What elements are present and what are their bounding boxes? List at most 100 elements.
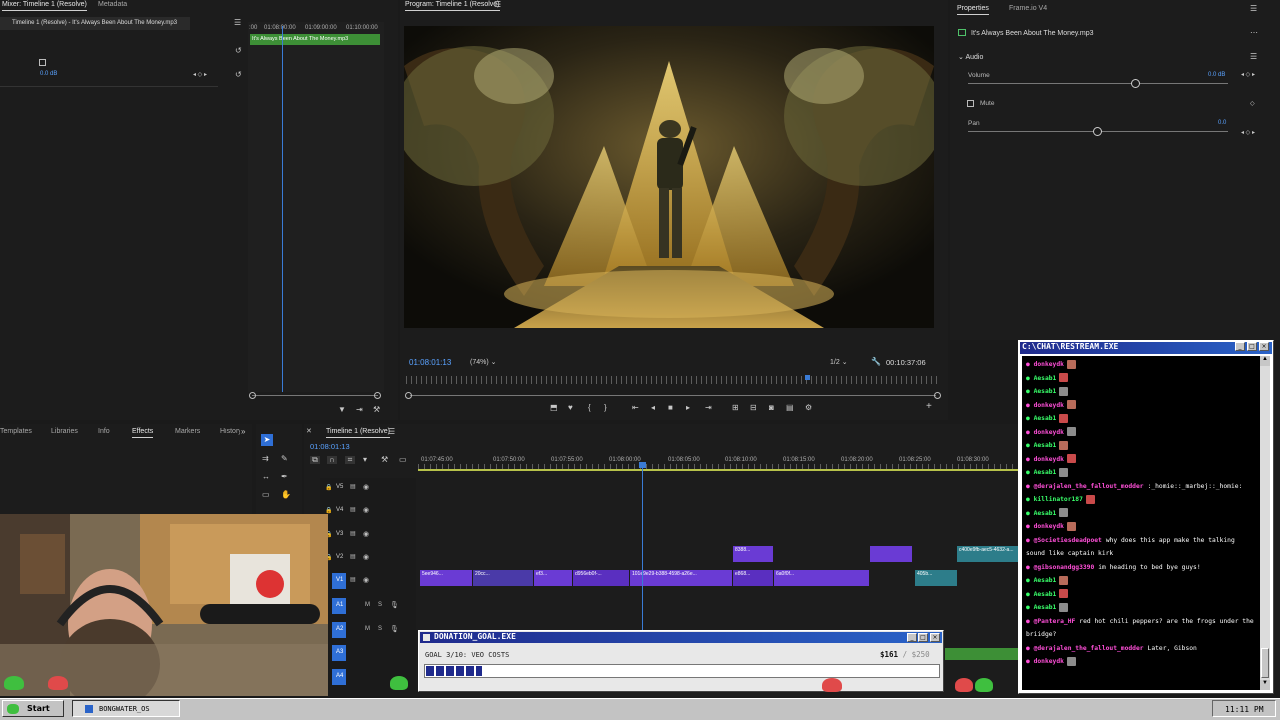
scroll-handle[interactable] — [249, 392, 256, 399]
compare-icon[interactable]: ▤ — [786, 404, 794, 412]
step-forward-icon[interactable]: ▸ — [686, 404, 690, 412]
chat-username[interactable]: Aesab1 — [1034, 510, 1057, 517]
timeline-clip[interactable]: 5ee946... — [420, 570, 472, 586]
close-icon[interactable]: ✕ — [306, 428, 312, 436]
linked-selection-icon[interactable]: ∩ — [327, 456, 337, 464]
minimize-button[interactable]: _ — [907, 633, 917, 642]
chat-username[interactable]: Aesab1 — [1034, 388, 1057, 395]
track-label-a2[interactable]: A2 — [336, 626, 343, 632]
razor-tool-icon[interactable]: ✎ — [281, 455, 288, 463]
track-select-icon[interactable]: ⇉ — [262, 455, 269, 463]
keyframe-icon[interactable]: ◇ — [1250, 100, 1255, 108]
wrench-icon[interactable]: 🔧 — [871, 358, 881, 366]
keyframe-nav-icon[interactable]: ◂ ◇ ▸ — [1241, 71, 1255, 79]
pan-slider-handle[interactable] — [1093, 127, 1102, 136]
eye-icon[interactable]: ◉ — [363, 483, 369, 491]
work-area-bar[interactable] — [418, 469, 1018, 471]
chat-username[interactable]: donkeydk — [1034, 658, 1064, 665]
tab-metadata[interactable]: Metadata — [98, 1, 127, 8]
maximize-button[interactable]: □ — [1247, 342, 1257, 351]
mute-checkbox[interactable] — [967, 100, 974, 107]
track-label-v1[interactable]: V1 — [336, 577, 343, 583]
close-button[interactable]: × — [930, 633, 940, 642]
chat-scrollbar[interactable] — [1260, 356, 1270, 690]
menu-icon[interactable]: ☰ — [1250, 53, 1257, 61]
extract-icon[interactable]: ⊟ — [750, 404, 757, 412]
timeline-clip[interactable] — [870, 546, 912, 562]
volume-slider-handle[interactable] — [1131, 79, 1140, 88]
in-point-icon[interactable]: { — [588, 404, 591, 412]
stop-icon[interactable]: ■ — [668, 404, 673, 412]
scroll-handle[interactable] — [405, 392, 412, 399]
menu-icon[interactable]: ☰ — [1250, 5, 1257, 13]
timeline-clip[interactable]: ef3... — [534, 570, 572, 586]
more-tabs-icon[interactable]: » — [241, 428, 245, 436]
settings-icon[interactable]: ⚙ — [805, 404, 812, 412]
track-label-v4[interactable]: V4 — [336, 507, 343, 513]
chat-username[interactable]: Aesab1 — [1034, 375, 1057, 382]
track-label-v2[interactable]: V2 — [336, 554, 343, 560]
eye-icon[interactable]: ◉ — [363, 530, 369, 538]
mark-in-icon[interactable]: ⬒ — [550, 404, 558, 412]
scroll-up-arrow[interactable]: ▲ — [1260, 356, 1270, 366]
tab-history[interactable]: History — [220, 428, 240, 435]
scroll-handle[interactable] — [934, 392, 941, 399]
chat-username[interactable]: Aesab1 — [1034, 577, 1057, 584]
mic-icon[interactable]: 🎙 — [390, 625, 399, 633]
camera-icon[interactable]: ◙ — [769, 404, 774, 412]
close-button[interactable]: × — [1259, 342, 1269, 351]
rectangle-tool-icon[interactable]: ▭ — [262, 491, 270, 499]
marker-icon[interactable]: ♥ — [568, 404, 573, 412]
add-marker-icon[interactable]: ⌗ — [345, 456, 355, 464]
chat-username[interactable]: donkeydk — [1034, 429, 1064, 436]
chat-username[interactable]: @derajalen_the_fallout_modder — [1034, 483, 1144, 490]
audio-section-toggle[interactable]: ⌄ Audio — [958, 53, 983, 61]
volume-slider[interactable] — [968, 83, 1228, 84]
filter-icon[interactable]: ▼ — [338, 406, 346, 414]
selection-tool-icon[interactable]: ➤ — [261, 434, 273, 446]
sync-icon[interactable]: ▤ — [350, 576, 356, 583]
checkbox[interactable] — [39, 59, 46, 66]
more-icon[interactable]: ⋯ — [1250, 29, 1258, 37]
track-label-a3[interactable]: A3 — [336, 649, 343, 655]
timeline-tab[interactable]: Timeline 1 (Resolve) — [326, 428, 390, 438]
tab-markers[interactable]: Markers — [175, 428, 200, 435]
solo-track-icon[interactable]: S — [378, 602, 382, 608]
timeline-clip[interactable]: 20cc... — [473, 570, 533, 586]
sync-icon[interactable]: ▤ — [350, 483, 356, 490]
tab-libraries[interactable]: Libraries — [51, 428, 78, 435]
tab-properties[interactable]: Properties — [957, 5, 989, 15]
tab-frameio[interactable]: Frame.io V4 — [1009, 5, 1047, 12]
scroll-thumb[interactable] — [1261, 648, 1269, 678]
zoom-select[interactable]: (74%) ⌄ — [470, 358, 497, 366]
track-label-a1[interactable]: A1 — [336, 602, 343, 608]
go-to-out-icon[interactable]: ⇥ — [705, 404, 712, 412]
chat-username[interactable]: donkeydk — [1034, 402, 1064, 409]
tab-effects[interactable]: Effects — [132, 428, 154, 438]
pen-tool-icon[interactable]: ✒ — [281, 473, 288, 481]
timeline-clip[interactable]: d956eb0f-... — [573, 570, 629, 586]
mic-icon[interactable]: 🎙 — [390, 601, 399, 609]
sync-icon[interactable]: ▤ — [350, 530, 356, 537]
out-point-icon[interactable]: } — [604, 404, 607, 412]
scroll-handle[interactable] — [374, 392, 381, 399]
menu-icon[interactable]: ☰ — [494, 1, 501, 9]
timeline-timecode[interactable]: 01:08:01:13 — [310, 442, 350, 451]
program-timecode[interactable]: 01:08:01:13 — [409, 358, 451, 367]
eye-icon[interactable]: ◉ — [363, 553, 369, 561]
mute-track-icon[interactable]: M — [365, 626, 370, 632]
chat-username[interactable]: Aesab1 — [1034, 469, 1057, 476]
wrench-icon[interactable]: ⚒ — [381, 456, 388, 464]
menu-icon[interactable]: ☰ — [388, 428, 395, 436]
mute-track-icon[interactable]: M — [365, 602, 370, 608]
chat-username[interactable]: @Societiesdeadpoet — [1034, 537, 1102, 544]
chat-username[interactable]: donkeydk — [1034, 456, 1064, 463]
timeline-clip[interactable]: c400e9fb-aec5-4632-a... — [957, 546, 1019, 562]
chat-username[interactable]: killinator187 — [1034, 496, 1083, 503]
menu-icon[interactable]: ☰ — [234, 19, 241, 27]
wrench-icon[interactable]: ⚒ — [373, 406, 380, 414]
chat-username[interactable]: @Pantera_HF — [1034, 618, 1076, 625]
marker-icon[interactable]: ▾ — [363, 456, 367, 464]
clock[interactable]: 11:11 PM — [1225, 705, 1264, 714]
track-label-a4[interactable]: A4 — [336, 673, 343, 679]
